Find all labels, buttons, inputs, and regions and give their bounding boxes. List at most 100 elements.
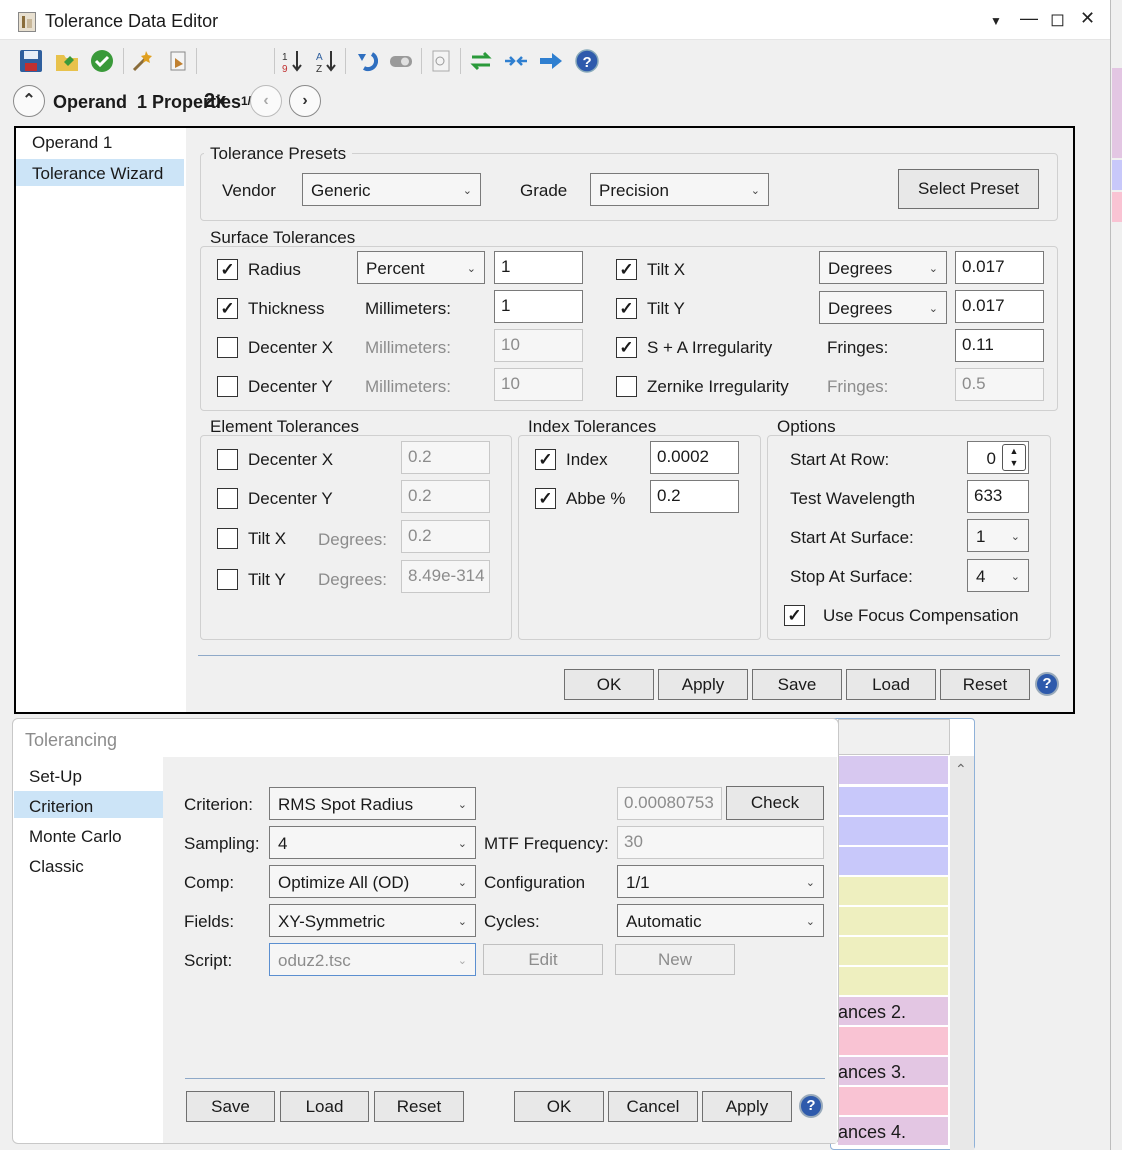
tilt-y-checkbox[interactable]: ✓	[616, 298, 637, 319]
sampling-select[interactable]: 4 ⌄	[269, 826, 476, 859]
sort-alpha-icon[interactable]: AZ	[314, 48, 340, 74]
tol-save-button[interactable]: Save	[186, 1091, 275, 1122]
decenter-x-checkbox[interactable]	[217, 337, 238, 358]
ok-button[interactable]: OK	[564, 669, 654, 700]
spinner-buttons[interactable]: ▲ ▼	[1002, 444, 1026, 471]
element-decenter-x-input[interactable]: 0.2	[401, 441, 490, 474]
element-tilt-y-input[interactable]: 8.49e-314	[401, 560, 490, 593]
criterion-select[interactable]: RMS Spot Radius ⌄	[269, 787, 476, 820]
insert-icon[interactable]	[166, 48, 192, 74]
index-value-input[interactable]: 0.0002	[650, 441, 739, 474]
decenter-y-value-input[interactable]: 10	[494, 368, 583, 401]
edit-script-button[interactable]: Edit	[483, 944, 603, 975]
radius-unit-select[interactable]: Percent ⌄	[357, 251, 485, 284]
sidebar-item-tolerance-wizard[interactable]: Tolerance Wizard	[16, 159, 184, 186]
focus-compensation-label: Use Focus Compensation	[823, 606, 1019, 625]
zernike-irregularity-value-input[interactable]: 0.5	[955, 368, 1044, 401]
index-checkbox[interactable]: ✓	[535, 449, 556, 470]
comp-value: Optimize All (OD)	[278, 873, 410, 892]
start-at-surface-select[interactable]: 1 ⌄	[967, 519, 1029, 552]
sidebar-item-operand-1[interactable]: Operand 1	[32, 134, 112, 151]
radius-value-input[interactable]: 1	[494, 251, 583, 284]
open-folder-icon[interactable]	[54, 48, 80, 74]
tilt-y-unit-value: Degrees	[828, 299, 893, 318]
sa-irregularity-value-input[interactable]: 0.11	[955, 329, 1044, 362]
tol-nav-monte-carlo[interactable]: Monte Carlo	[29, 828, 122, 845]
element-tilt-x-checkbox[interactable]	[217, 528, 238, 549]
grade-select[interactable]: Precision ⌄	[590, 173, 769, 206]
check-button[interactable]: Check	[726, 786, 824, 820]
tilt-x-value-input[interactable]: 0.017	[955, 251, 1044, 284]
mtf-frequency-input[interactable]: 30	[617, 826, 824, 859]
help-icon[interactable]: ?	[574, 48, 600, 74]
element-tilt-x-input[interactable]: 0.2	[401, 520, 490, 553]
cycles-select[interactable]: Automatic ⌄	[617, 904, 824, 937]
abbe-value-input[interactable]: 0.2	[650, 480, 739, 513]
prev-button[interactable]: ‹	[250, 85, 282, 117]
focus-compensation-checkbox[interactable]: ✓	[784, 605, 805, 626]
stop-at-surface-select[interactable]: 4 ⌄	[967, 559, 1029, 592]
script-select[interactable]: oduz2.tsc ⌄	[269, 943, 476, 976]
minimize-icon[interactable]: —	[1020, 8, 1038, 29]
zernike-irregularity-checkbox[interactable]	[616, 376, 637, 397]
tol-cancel-button[interactable]: Cancel	[608, 1091, 698, 1122]
apply-button[interactable]: Apply	[658, 669, 748, 700]
save-button[interactable]: Save	[752, 669, 842, 700]
background-scrollbar[interactable]	[950, 756, 974, 1150]
next-button[interactable]: ›	[289, 85, 321, 117]
tilt-x-checkbox[interactable]: ✓	[616, 259, 637, 280]
configuration-label: Configuration	[484, 873, 586, 892]
tilt-y-value-input[interactable]: 0.017	[955, 290, 1044, 323]
background-row	[838, 1027, 948, 1055]
check-icon[interactable]	[89, 48, 115, 74]
wizard-icon[interactable]	[130, 48, 156, 74]
dropdown-icon[interactable]: ▼	[990, 14, 1002, 28]
tol-nav-setup[interactable]: Set-Up	[29, 768, 82, 785]
tol-apply-button[interactable]: Apply	[702, 1091, 792, 1122]
collapse-up-button[interactable]: ⌃	[13, 85, 45, 117]
load-button[interactable]: Load	[846, 669, 936, 700]
decenter-x-value-input[interactable]: 10	[494, 329, 583, 362]
tilt-y-unit-select[interactable]: Degrees ⌄	[819, 291, 947, 324]
select-preset-button[interactable]: Select Preset	[898, 169, 1039, 209]
tol-nav-classic[interactable]: Classic	[29, 858, 84, 875]
tilt-x-unit-select[interactable]: Degrees ⌄	[819, 251, 947, 284]
maximize-icon[interactable]: ◻	[1050, 9, 1065, 30]
tol-nav-criterion[interactable]: Criterion	[14, 791, 163, 818]
sort-numeric-icon[interactable]: 19	[280, 48, 306, 74]
element-decenter-x-checkbox[interactable]	[217, 449, 238, 470]
help-icon[interactable]: ?	[799, 1094, 823, 1118]
configuration-select[interactable]: 1/1 ⌄	[617, 865, 824, 898]
collapse-arrows-icon[interactable]	[503, 48, 529, 74]
abbe-checkbox[interactable]: ✓	[535, 488, 556, 509]
element-decenter-y-input[interactable]: 0.2	[401, 480, 490, 513]
comp-select[interactable]: Optimize All (OD) ⌄	[269, 865, 476, 898]
report-icon[interactable]	[428, 48, 454, 74]
criterion-result-field[interactable]: 0.00080753⁠	[617, 787, 722, 820]
close-icon[interactable]: ✕	[1080, 8, 1095, 29]
test-wavelength-input[interactable]: 633	[967, 480, 1029, 513]
decenter-y-checkbox[interactable]	[217, 376, 238, 397]
tol-ok-button[interactable]: OK	[514, 1091, 604, 1122]
undo-icon[interactable]	[352, 48, 378, 74]
vendor-select[interactable]: Generic ⌄	[302, 173, 481, 206]
new-script-button[interactable]: New	[615, 944, 735, 975]
reset-button[interactable]: Reset	[940, 669, 1030, 700]
tol-reset-button[interactable]: Reset	[374, 1091, 464, 1122]
toggle-icon[interactable]	[388, 48, 414, 74]
fields-select[interactable]: XY-Symmetric ⌄	[269, 904, 476, 937]
element-decenter-y-checkbox[interactable]	[217, 488, 238, 509]
thickness-checkbox[interactable]: ✓	[217, 298, 238, 319]
radius-unit-value: Percent	[366, 259, 425, 278]
sa-irregularity-checkbox[interactable]: ✓	[616, 337, 637, 358]
tol-load-button[interactable]: Load	[280, 1091, 369, 1122]
arrow-right-icon[interactable]	[538, 48, 564, 74]
scroll-up-icon[interactable]: ⌃	[955, 762, 967, 776]
radius-checkbox[interactable]: ✓	[217, 259, 238, 280]
save-icon[interactable]	[18, 48, 44, 74]
start-at-row-spinner[interactable]: 0 ▲ ▼	[967, 441, 1029, 474]
thickness-value-input[interactable]: 1	[494, 290, 583, 323]
sync-icon[interactable]	[468, 48, 494, 74]
element-tilt-y-checkbox[interactable]	[217, 569, 238, 590]
help-icon[interactable]: ?	[1035, 672, 1059, 696]
